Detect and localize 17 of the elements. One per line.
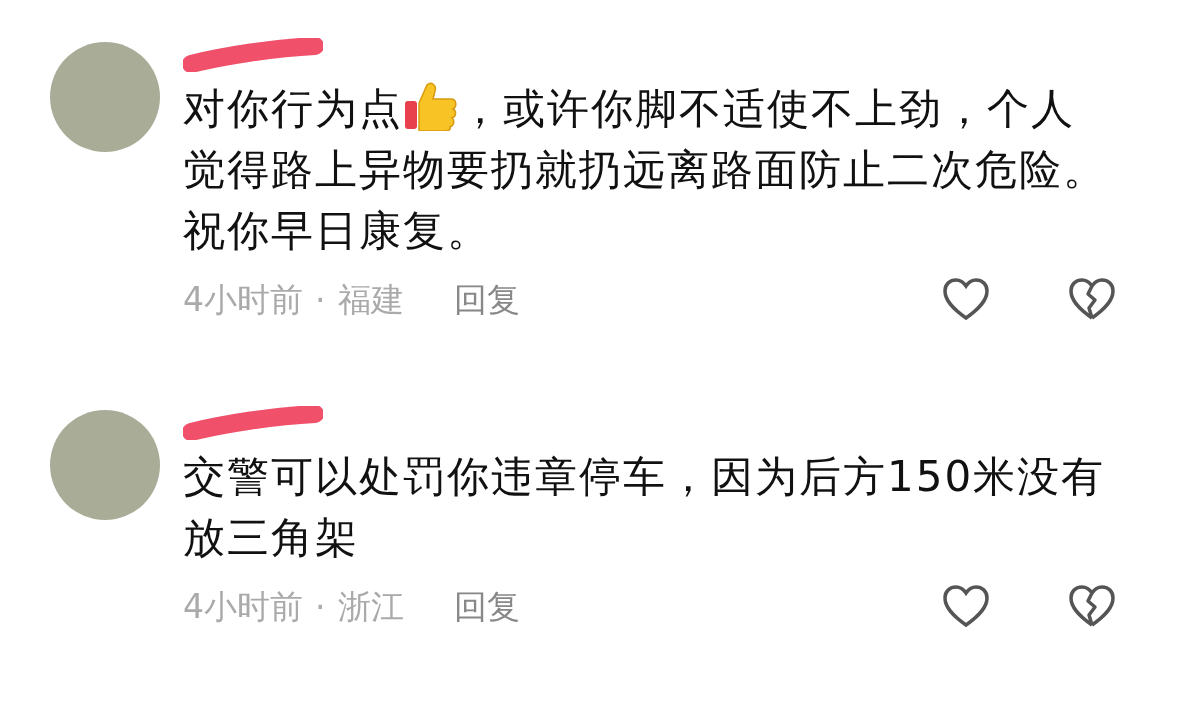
comment-time: 4小时前 (183, 585, 303, 628)
like-heart-icon[interactable] (942, 278, 990, 322)
reply-link[interactable]: 回复 (453, 584, 520, 630)
comment-location: 浙江 (337, 585, 404, 628)
separator-dot: · (315, 280, 326, 320)
comment-text: ，或许你脚不适使不上劲，个人 (459, 84, 1075, 133)
comment-text: 交警可以处罚你违章停车，因为后方150米没有放三角架 (183, 451, 1107, 564)
like-heart-icon[interactable] (942, 585, 990, 629)
comment-time: 4小时前 (183, 278, 303, 321)
broken-heart-icon[interactable] (1068, 585, 1116, 629)
reply-link[interactable]: 回复 (453, 277, 520, 323)
comment-text: 对你行为点 (183, 84, 403, 133)
separator-dot: · (315, 587, 326, 627)
thumbs-up-icon (403, 81, 459, 131)
comment-text: 觉得路上异物要扔就扔远离路面防止二次危险。祝你早日康复。 (183, 144, 1108, 257)
broken-heart-icon[interactable] (1068, 278, 1116, 322)
comment-location: 福建 (337, 278, 404, 321)
